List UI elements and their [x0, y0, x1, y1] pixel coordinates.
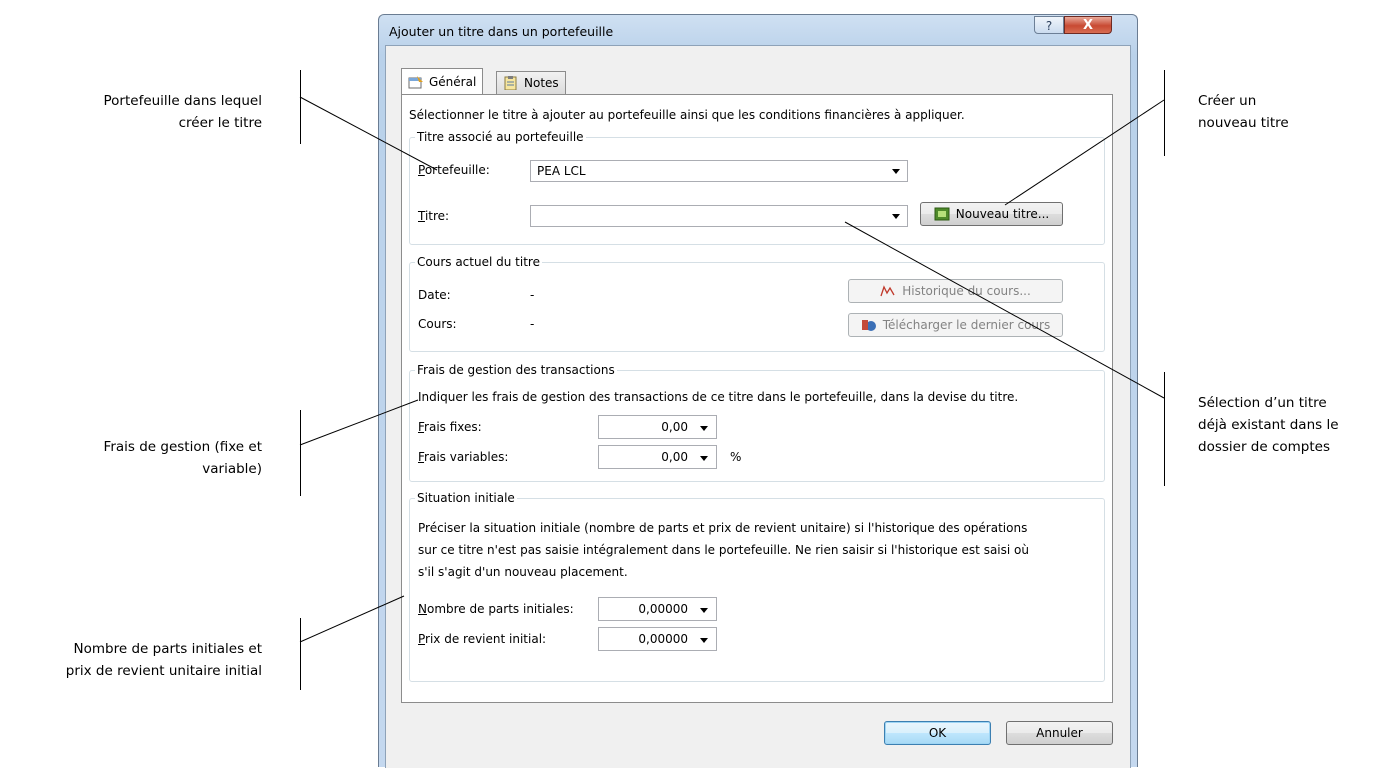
access-key: T [418, 209, 425, 223]
dialog-client-area: Général Notes Sélectionner le titre à aj… [385, 45, 1131, 768]
chevron-down-icon [700, 608, 708, 613]
chevron-down-icon [700, 638, 708, 643]
situation-description-line: s'il s'agit d'un nouveau placement. [418, 565, 628, 579]
group-title: Titre associé au portefeuille [415, 130, 586, 144]
help-button[interactable]: ? [1034, 16, 1064, 34]
annotation-line: Frais de gestion (fixe et [103, 439, 262, 455]
tab-label: Général [429, 74, 477, 89]
access-key: N [418, 602, 427, 616]
annotation-line: Sélection d’un titre [1198, 395, 1327, 411]
chevron-down-icon [700, 426, 708, 431]
group-titre-associe: Titre associé au portefeuille Portefeuil… [409, 130, 1105, 245]
annotation-line: Nombre de parts initiales et [73, 641, 262, 657]
chevron-down-icon [892, 169, 900, 174]
tab-label: Notes [524, 76, 559, 90]
date-value: - [530, 288, 535, 302]
parts-initiales-label: Nombre de parts initiales: [418, 602, 574, 616]
group-frais-gestion: Frais de gestion des transactions Indiqu… [409, 363, 1105, 482]
cours-label: Cours: [418, 317, 457, 331]
access-key: P [418, 632, 426, 646]
ok-button[interactable]: OK [884, 721, 991, 745]
group-title: Frais de gestion des transactions [415, 363, 617, 377]
input-value: 0,00 [661, 420, 688, 434]
label-text: ombre de parts initiales: [426, 602, 574, 616]
titre-select[interactable] [530, 205, 908, 227]
label-text: rix de revient initial: [425, 632, 547, 646]
annotation-bracket [300, 410, 301, 496]
clipboard-icon [504, 76, 517, 90]
button-label: Nouveau titre... [955, 207, 1050, 221]
button-label: Historique du cours... [902, 284, 1031, 298]
annotation-line: prix de revient unitaire initial [65, 663, 262, 679]
chevron-down-icon [892, 214, 900, 219]
chart-icon [880, 285, 895, 297]
general-tab-panel: Sélectionner le titre à ajouter au porte… [401, 94, 1113, 703]
annotation-line: créer le titre [178, 115, 262, 131]
close-button[interactable]: X [1064, 16, 1112, 34]
help-icon: ? [1045, 19, 1053, 33]
properties-icon [408, 75, 423, 88]
group-title: Cours actuel du titre [415, 255, 542, 269]
telecharger-button[interactable]: Télécharger le dernier cours [848, 313, 1063, 337]
annotation-line: Portefeuille dans lequel [103, 93, 263, 109]
annotation-bracket [300, 618, 301, 690]
group-cours-actuel: Cours actuel du titre Date: - Cours: - H… [409, 255, 1105, 352]
window-title: Ajouter un titre dans un portefeuille [389, 24, 614, 39]
annotation-frais: Frais de gestion (fixe et variable) [40, 436, 262, 480]
frais-variables-input[interactable]: 0,00 [598, 445, 717, 469]
frais-fixes-input[interactable]: 0,00 [598, 415, 717, 439]
label-text: rais variables: [424, 450, 509, 464]
tab-general[interactable]: Général [401, 68, 484, 94]
portefeuille-label: Portefeuille: [418, 163, 490, 177]
input-value: 0,00000 [638, 602, 688, 616]
nouveau-titre-button[interactable]: Nouveau titre... [920, 202, 1063, 226]
annotation-line: déjà existant dans le [1198, 417, 1339, 433]
input-value: 0,00 [661, 450, 688, 464]
parts-initiales-input[interactable]: 0,00000 [598, 597, 717, 621]
button-label: Télécharger le dernier cours [882, 318, 1051, 332]
annotation-bracket [1164, 372, 1165, 486]
situation-description-line: Préciser la situation initiale (nombre d… [418, 521, 1028, 535]
annotation-line: nouveau titre [1198, 115, 1289, 131]
access-key: P [418, 163, 425, 177]
portefeuille-select[interactable]: PEA LCL [530, 160, 908, 182]
select-value: PEA LCL [537, 164, 586, 178]
historique-button[interactable]: Historique du cours... [848, 279, 1063, 303]
annotation-portefeuille: Portefeuille dans lequel créer le titre [40, 90, 263, 134]
dialog-window: Ajouter un titre dans un portefeuille ? … [378, 14, 1138, 768]
intro-text: Sélectionner le titre à ajouter au porte… [409, 108, 965, 122]
frais-fixes-label: Frais fixes: [418, 420, 482, 434]
prix-revient-input[interactable]: 0,00000 [598, 627, 717, 651]
button-label: OK [928, 726, 947, 740]
date-label: Date: [418, 288, 451, 302]
annotation-line: Créer un [1198, 93, 1257, 109]
label-text: ortefeuille: [424, 163, 490, 177]
tab-notes[interactable]: Notes [496, 71, 566, 94]
group-title: Situation initiale [415, 491, 517, 505]
annotation-nouveau-titre: Créer un nouveau titre [1198, 90, 1358, 134]
titre-label: Titre: [418, 209, 449, 223]
annotation-bracket [300, 70, 301, 144]
annotation-line: dossier de comptes [1198, 439, 1330, 455]
annotation-selection-titre: Sélection d’un titre déjà existant dans … [1198, 392, 1378, 458]
prix-revient-label: Prix de revient initial: [418, 632, 546, 646]
group-situation-initiale: Situation initiale Préciser la situation… [409, 491, 1105, 682]
situation-description-line: sur ce titre n'est pas saisie intégralem… [418, 543, 1029, 557]
label-text: rais fixes: [424, 420, 482, 434]
close-icon: X [1082, 18, 1094, 33]
cancel-button[interactable]: Annuler [1006, 721, 1113, 745]
frais-variables-label: Frais variables: [418, 450, 508, 464]
new-security-icon [934, 207, 950, 221]
label-text: itre: [424, 209, 450, 223]
cours-value: - [530, 317, 535, 331]
frais-description: Indiquer les frais de gestion des transa… [418, 390, 1019, 404]
input-value: 0,00000 [638, 632, 688, 646]
button-label: Annuler [1036, 726, 1083, 740]
annotation-line: variable) [202, 461, 262, 477]
download-icon [861, 320, 876, 331]
percent-sign: % [730, 450, 742, 464]
annotation-bracket [1164, 70, 1165, 156]
chevron-down-icon [700, 456, 708, 461]
annotation-parts: Nombre de parts initiales et prix de rev… [0, 638, 262, 682]
